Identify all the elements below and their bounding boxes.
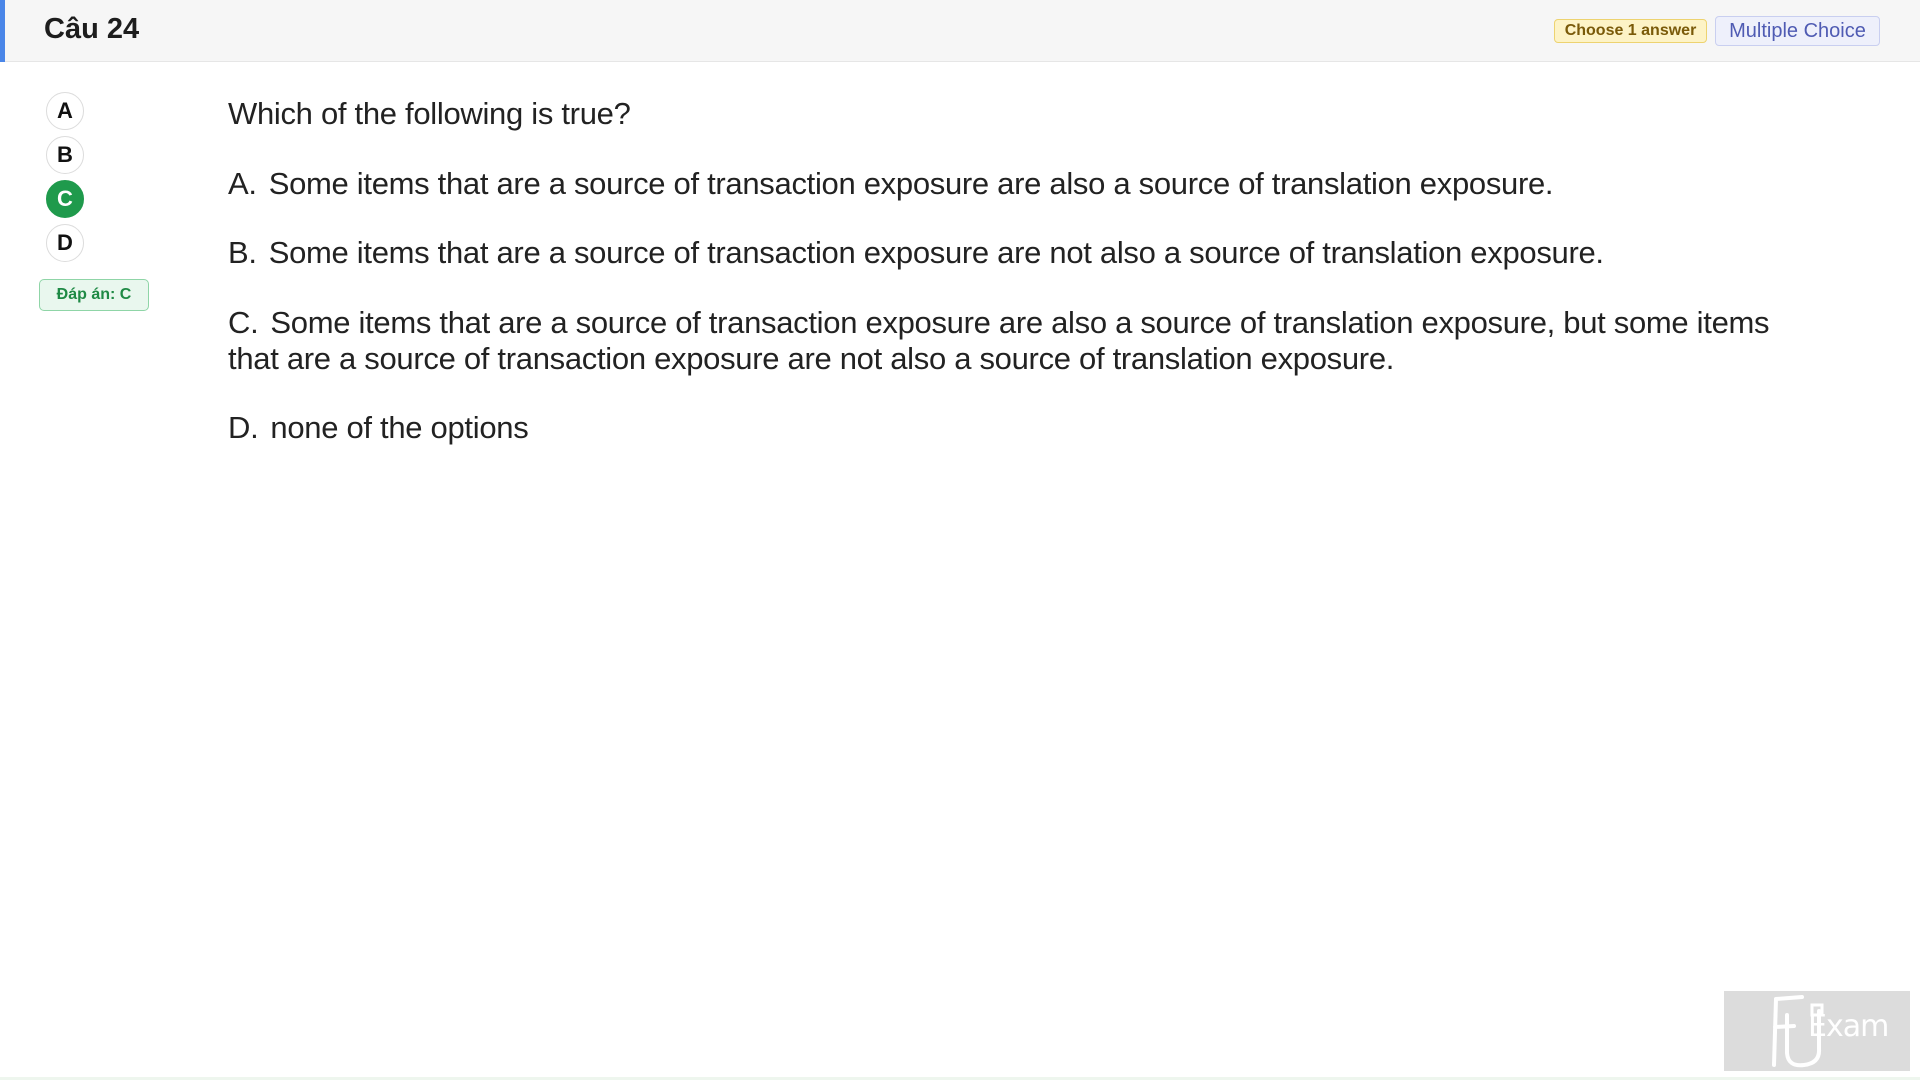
choice-d-letter: D.	[228, 410, 259, 445]
question-prompt: Which of the following is true?	[228, 96, 631, 131]
choice-c-text: Some items that are a source of transact…	[228, 305, 1770, 376]
header-accent-bar	[0, 0, 5, 62]
correct-answer-badge: Đáp án: C	[39, 279, 149, 311]
exam-logo-watermark: Exam	[1724, 991, 1910, 1071]
choice-b: B. Some items that are a source of transa…	[228, 235, 1788, 271]
answer-option-d-button[interactable]: D	[46, 224, 84, 262]
choice-d: D. none of the options	[228, 410, 1788, 446]
question-page: Câu 24 Choose 1 answer Multiple Choice A…	[0, 0, 1920, 1080]
choice-d-text: none of the options	[270, 410, 529, 445]
choice-c: C. Some items that are a source of transa…	[228, 305, 1788, 377]
choice-a-letter: A.	[228, 166, 257, 201]
question-header: Câu 24 Choose 1 answer Multiple Choice	[0, 0, 1920, 62]
question-type-badge: Multiple Choice	[1715, 16, 1880, 46]
question-title: Câu 24	[44, 13, 140, 45]
choice-a: A. Some items that are a source of transa…	[228, 166, 1788, 202]
answer-option-b-button[interactable]: B	[46, 136, 84, 174]
logo-text: Exam	[1808, 1009, 1889, 1044]
choose-one-badge: Choose 1 answer	[1554, 19, 1707, 43]
choice-b-text: Some items that are a source of transact…	[268, 235, 1604, 270]
choice-a-text: Some items that are a source of transact…	[268, 166, 1554, 201]
choice-c-letter: C.	[228, 305, 259, 340]
answer-option-a-button[interactable]: A	[46, 92, 84, 130]
answer-option-c-button[interactable]: C	[46, 180, 84, 218]
choice-b-letter: B.	[228, 235, 257, 270]
